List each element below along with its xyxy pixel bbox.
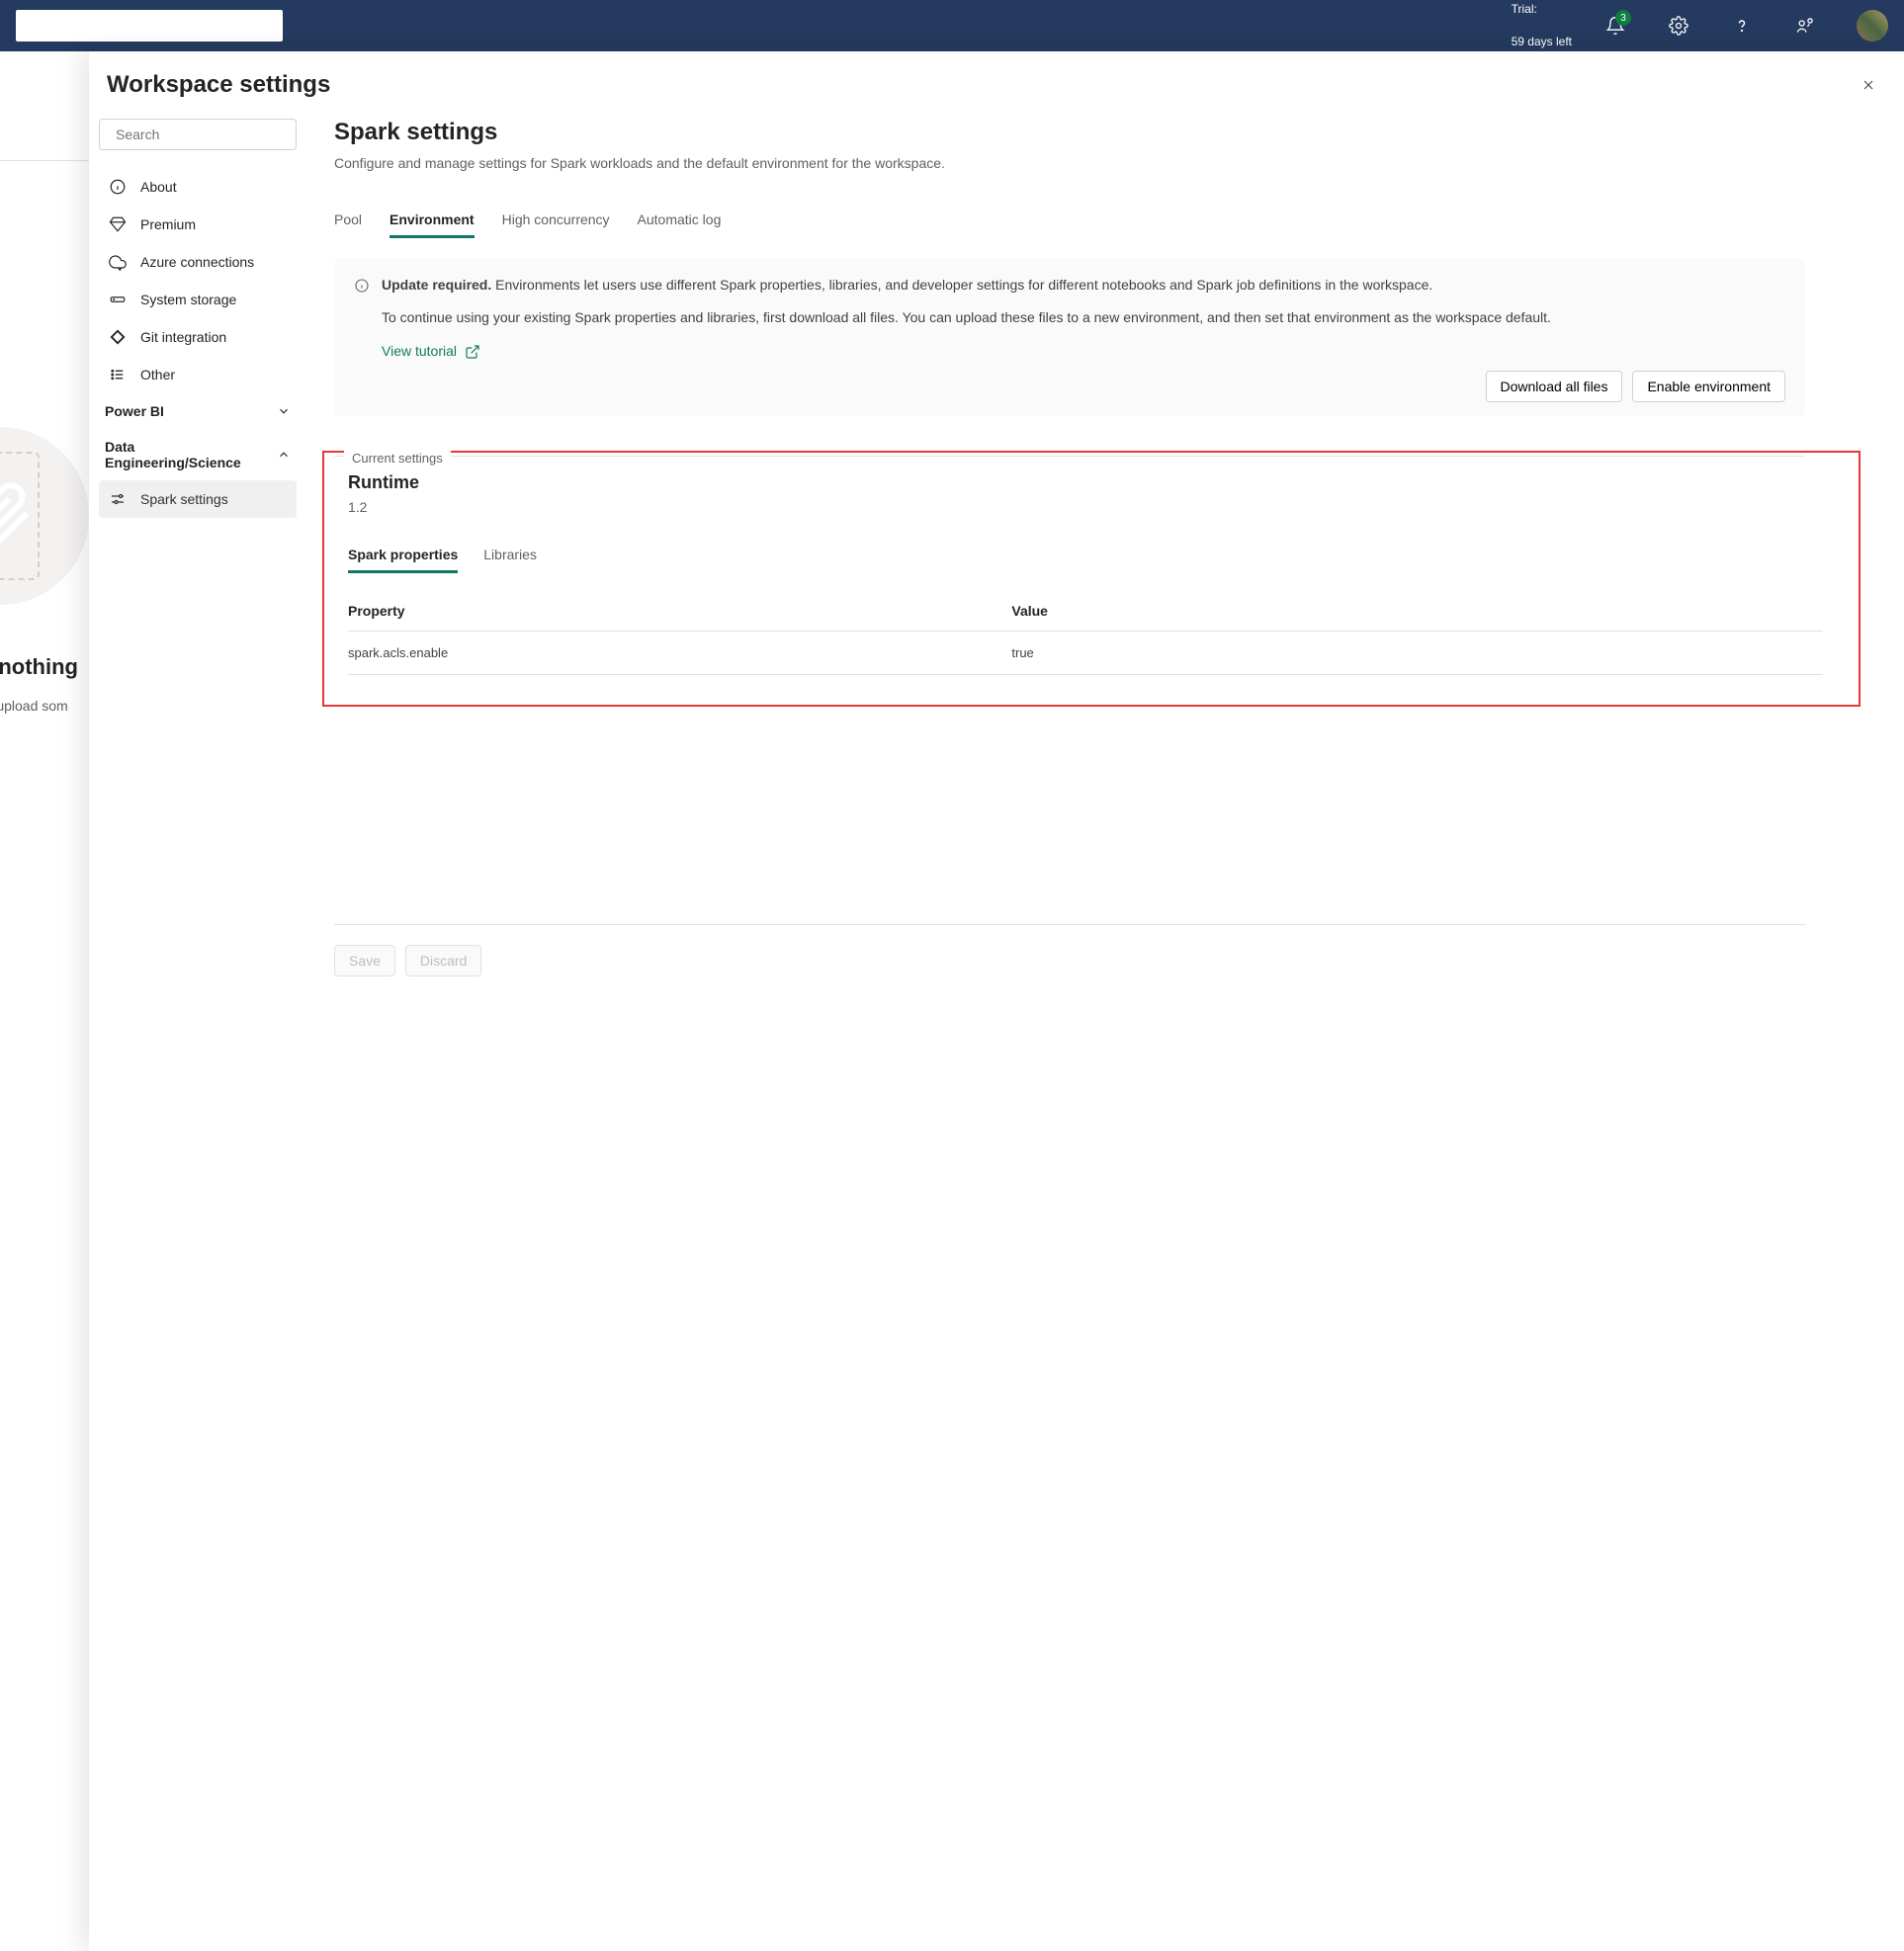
diamond-icon <box>109 215 127 233</box>
person-feedback-icon <box>1795 16 1815 36</box>
empty-state-title: s nothing <box>0 654 78 680</box>
col-value: Value <box>1011 591 1823 632</box>
section-label: Data Engineering/Science <box>105 439 263 470</box>
user-avatar[interactable] <box>1857 10 1888 42</box>
settings-search[interactable] <box>99 119 297 150</box>
sidebar-section-powerbi[interactable]: Power BI <box>99 393 297 429</box>
gear-icon <box>1669 16 1688 36</box>
info-banner: Update required. Environments let users … <box>334 258 1805 417</box>
list-icon <box>109 366 127 383</box>
value-cell: true <box>1011 632 1823 675</box>
sidebar-item-about[interactable]: About <box>99 168 297 206</box>
sidebar-item-label: Premium <box>140 216 196 232</box>
notifications-button[interactable]: 3 <box>1596 6 1635 45</box>
settings-button[interactable] <box>1659 6 1698 45</box>
chevron-up-icon <box>277 448 291 462</box>
highlighted-runtime-section: Runtime 1.2 Spark properties Libraries P… <box>322 451 1861 707</box>
settings-search-input[interactable] <box>116 127 295 142</box>
sidebar-item-premium[interactable]: Premium <box>99 206 297 243</box>
main-tabs: Pool Environment High concurrency Automa… <box>334 204 1805 238</box>
cloud-icon <box>109 253 127 271</box>
settings-sidebar: About Premium Azure connections System s… <box>89 101 306 1951</box>
sidebar-item-git-integration[interactable]: Git integration <box>99 318 297 356</box>
info-icon <box>354 278 370 294</box>
col-property: Property <box>348 591 1011 632</box>
view-tutorial-link[interactable]: View tutorial <box>382 342 480 362</box>
help-button[interactable] <box>1722 6 1762 45</box>
sidebar-item-label: Other <box>140 367 175 382</box>
table-row: spark.acls.enable true <box>348 632 1823 675</box>
runtime-version: 1.2 <box>348 499 1823 515</box>
tab-high-concurrency[interactable]: High concurrency <box>502 204 610 238</box>
external-link-icon <box>465 344 480 360</box>
property-cell: spark.acls.enable <box>348 632 1011 675</box>
close-button[interactable] <box>1853 69 1884 101</box>
feedback-button[interactable] <box>1785 6 1825 45</box>
sidebar-item-label: Git integration <box>140 329 226 345</box>
sidebar-item-system-storage[interactable]: System storage <box>99 281 297 318</box>
runtime-title: Runtime <box>348 472 1823 493</box>
save-button[interactable]: Save <box>334 945 395 976</box>
download-all-files-button[interactable]: Download all files <box>1486 371 1623 402</box>
slider-icon <box>109 490 127 508</box>
info-text-2: To continue using your existing Spark pr… <box>382 308 1785 328</box>
section-label: Power BI <box>105 403 164 419</box>
sidebar-item-label: Azure connections <box>140 254 254 270</box>
current-settings-label: Current settings <box>344 451 451 466</box>
empty-state-graphic <box>0 427 89 605</box>
panel-title: Workspace settings <box>107 71 330 99</box>
chevron-down-icon <box>277 404 291 418</box>
spark-properties-table: Property Value spark.acls.enable true <box>348 591 1823 675</box>
page-title: Spark settings <box>334 119 1805 146</box>
enable-environment-button[interactable]: Enable environment <box>1632 371 1785 402</box>
global-search-input[interactable] <box>16 10 283 42</box>
empty-state-subtitle: or upload som <box>0 698 68 714</box>
close-icon <box>1861 77 1876 93</box>
settings-content: Spark settings Configure and manage sett… <box>306 101 1904 1951</box>
sidebar-item-azure-connections[interactable]: Azure connections <box>99 243 297 281</box>
footer-actions: Save Discard <box>334 924 1805 1006</box>
notification-badge: 3 <box>1615 10 1631 26</box>
runtime-sub-tabs: Spark properties Libraries <box>348 539 1823 573</box>
sub-tab-libraries[interactable]: Libraries <box>483 539 537 573</box>
info-icon <box>109 178 127 196</box>
git-icon <box>109 328 127 346</box>
app-header: Trial: 59 days left 3 <box>0 0 1904 51</box>
tab-automatic-log[interactable]: Automatic log <box>638 204 722 238</box>
sidebar-item-label: About <box>140 179 177 195</box>
workspace-settings-panel: Workspace settings About Premium Azure c… <box>89 51 1904 1951</box>
sidebar-section-data[interactable]: Data Engineering/Science <box>99 429 297 480</box>
info-text-1: Environments let users use different Spa… <box>495 277 1432 293</box>
sidebar-item-spark-settings[interactable]: Spark settings <box>99 480 297 518</box>
question-icon <box>1732 16 1752 36</box>
discard-button[interactable]: Discard <box>405 945 481 976</box>
tab-pool[interactable]: Pool <box>334 204 362 238</box>
sub-tab-spark-properties[interactable]: Spark properties <box>348 539 458 573</box>
info-title: Update required. <box>382 277 491 293</box>
sidebar-item-label: Spark settings <box>140 491 228 507</box>
sidebar-item-label: System storage <box>140 292 236 307</box>
storage-icon <box>109 291 127 308</box>
page-subtitle: Configure and manage settings for Spark … <box>334 154 947 174</box>
sidebar-item-other[interactable]: Other <box>99 356 297 393</box>
tab-environment[interactable]: Environment <box>389 204 475 238</box>
